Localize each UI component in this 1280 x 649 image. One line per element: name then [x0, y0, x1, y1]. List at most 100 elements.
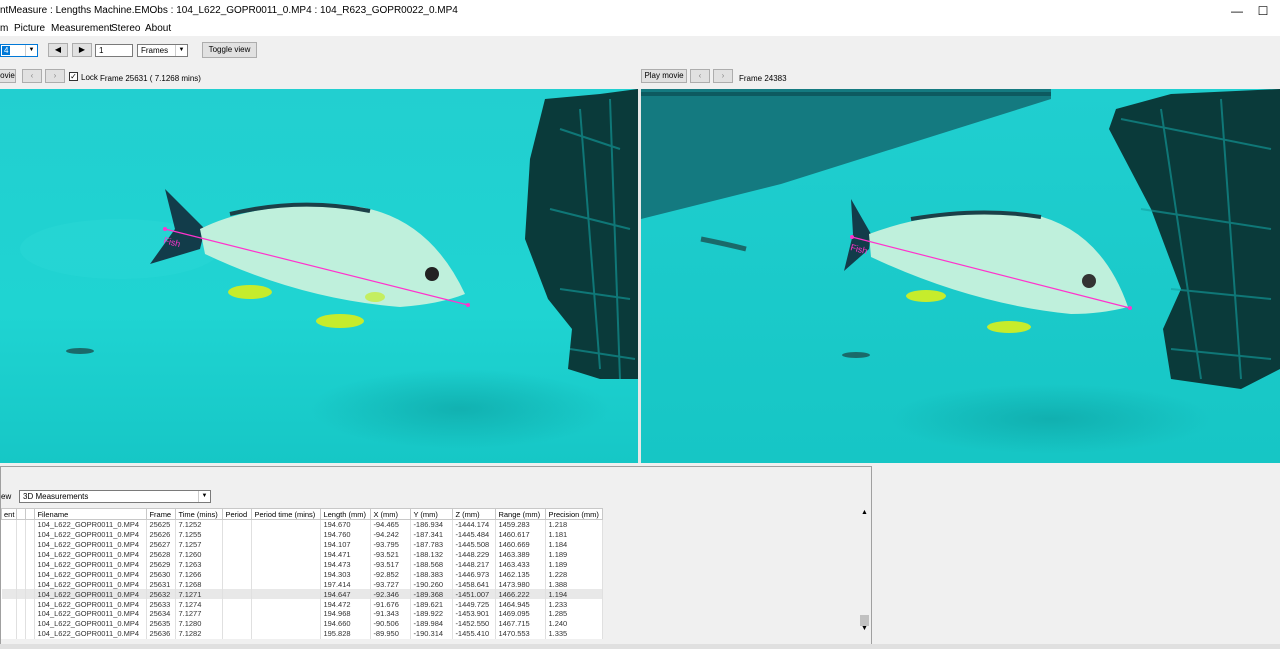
measurement-view-select[interactable]: 3D Measurements ▼: [19, 490, 211, 503]
right-next-button[interactable]: ›: [713, 69, 733, 83]
column-header[interactable]: [16, 508, 27, 520]
right-measurement-point-start[interactable]: [850, 235, 854, 239]
column-header[interactable]: Z (mm): [452, 508, 497, 520]
column-header[interactable]: Filename: [34, 508, 148, 520]
table-cell: [222, 569, 253, 580]
table-cell: [25, 549, 36, 560]
table-cell: 1473.980: [495, 579, 547, 590]
table-cell: [25, 609, 36, 619]
table-row[interactable]: 104_L622_GOPR0011_0.MP4 25633 7.1274 194.47…: [1, 599, 604, 610]
table-cell: -1451.007: [452, 589, 497, 600]
table-cell: 25626: [146, 529, 177, 540]
left-measurement-point-start[interactable]: [163, 227, 167, 231]
table-cell: [25, 599, 36, 610]
column-header[interactable]: Frame: [146, 508, 177, 520]
column-header[interactable]: Length (mm): [320, 508, 372, 520]
table-cell: -93.521: [370, 549, 412, 560]
window-title: ntMeasure : Lengths Machine.EMObs : 104_…: [0, 5, 458, 16]
table-cell: [25, 618, 36, 629]
column-header[interactable]: Precision (mm): [545, 508, 604, 520]
table-row[interactable]: 104_L622_GOPR0011_0.MP4 25627 7.1257 194.10…: [1, 539, 604, 550]
scroll-down-arrow-icon[interactable]: ▼: [858, 624, 871, 634]
column-header[interactable]: ent: [0, 508, 18, 520]
right-previous-button[interactable]: ‹: [690, 69, 710, 83]
toggle-view-button[interactable]: Toggle view: [202, 42, 257, 58]
table-cell: 25628: [146, 549, 177, 560]
table-cell: [251, 539, 322, 550]
table-cell: [251, 549, 322, 560]
table-cell: [222, 618, 253, 629]
next-frame-button[interactable]: ▶: [72, 43, 92, 57]
table-cell: 1463.389: [495, 549, 547, 560]
column-header[interactable]: Time (mins): [175, 508, 224, 520]
chevron-down-icon: ▼: [198, 491, 210, 502]
table-cell: -188.132: [410, 549, 454, 560]
table-cell: 7.1282: [175, 628, 224, 639]
measurements-table: ent Filename Frame Time (mins) Period Period …: [0, 508, 604, 639]
right-measurement-point-end[interactable]: [1128, 306, 1132, 310]
left-video-view[interactable]: Fish: [0, 89, 638, 463]
table-cell: -90.506: [370, 618, 412, 629]
left-measurement-point-end[interactable]: [466, 303, 470, 307]
table-row[interactable]: 104_L622_GOPR0011_0.MP4 25635 7.1280 194.66…: [1, 618, 604, 629]
table-row[interactable]: 104_L622_GOPR0011_0.MP4 25625 7.1252 194.67…: [1, 519, 604, 530]
menu-item-about[interactable]: About: [145, 23, 171, 34]
table-cell: -92.346: [370, 589, 412, 600]
table-cell: -93.795: [370, 539, 412, 550]
menu-item-measurement[interactable]: Measurement: [51, 23, 112, 34]
table-cell: 1.181: [545, 529, 604, 540]
left-next-button[interactable]: ›: [45, 69, 65, 83]
column-header[interactable]: Period time (mins): [251, 508, 322, 520]
table-row[interactable]: 104_L622_GOPR0011_0.MP4 25632 7.1271 194.64…: [1, 589, 604, 600]
lock-checkbox[interactable]: ✓: [69, 72, 78, 81]
left-previous-button[interactable]: ‹: [22, 69, 42, 83]
column-header[interactable]: X (mm): [370, 508, 412, 520]
table-cell: -189.984: [410, 618, 454, 629]
table-row[interactable]: 104_L622_GOPR0011_0.MP4 25630 7.1266 194.30…: [1, 569, 604, 580]
table-cell: 7.1257: [175, 539, 224, 550]
table-cell: 25633: [146, 599, 177, 610]
table-cell: [1, 599, 18, 610]
table-cell: 25634: [146, 609, 177, 619]
table-row[interactable]: 104_L622_GOPR0011_0.MP4 25634 7.1277 194.96…: [1, 609, 604, 619]
column-header[interactable]: [25, 508, 36, 520]
maximize-button[interactable]: ☐: [1248, 2, 1278, 20]
menu-item-picture[interactable]: Picture: [14, 23, 45, 34]
chevron-right-icon: ›: [721, 71, 725, 80]
menu-item-system[interactable]: m: [0, 23, 8, 34]
table-vertical-scrollbar[interactable]: ▲ ▼: [858, 508, 871, 634]
table-row[interactable]: 104_L622_GOPR0011_0.MP4 25628 7.1260 194.47…: [1, 549, 604, 560]
column-header[interactable]: Y (mm): [410, 508, 454, 520]
table-row[interactable]: 104_L622_GOPR0011_0.MP4 25629 7.1263 194.47…: [1, 559, 604, 570]
column-header[interactable]: Period: [222, 508, 253, 520]
table-cell: 194.473: [320, 559, 372, 570]
right-play-movie-button[interactable]: Play movie: [641, 69, 687, 83]
step-count-input[interactable]: 1: [95, 44, 133, 57]
table-cell: [25, 569, 36, 580]
chevron-down-icon: ▼: [25, 45, 37, 56]
left-play-movie-button[interactable]: ovie: [0, 69, 16, 83]
chevron-right-icon: ›: [53, 71, 57, 80]
step-unit-select[interactable]: Frames ▼: [137, 44, 188, 57]
table-row[interactable]: 104_L622_GOPR0011_0.MP4 25626 7.1255 194.76…: [1, 529, 604, 540]
table-row[interactable]: 104_L622_GOPR0011_0.MP4 25636 7.1282 195.82…: [1, 628, 604, 639]
view-splitter[interactable]: [638, 89, 641, 463]
camera-select[interactable]: 4 ▼: [0, 44, 38, 57]
table-cell: 25632: [146, 589, 177, 600]
table-cell: [25, 579, 36, 590]
table-cell: 104_L622_GOPR0011_0.MP4: [34, 549, 148, 560]
triangle-left-icon: ◀: [54, 45, 62, 54]
table-row[interactable]: 104_L622_GOPR0011_0.MP4 25631 7.1268 197.41…: [1, 579, 604, 590]
menu-item-stereo[interactable]: Stereo: [111, 23, 140, 34]
table-cell: -92.852: [370, 569, 412, 580]
table-cell: 1.228: [545, 569, 604, 580]
previous-frame-button[interactable]: ◀: [48, 43, 68, 57]
table-cell: 104_L622_GOPR0011_0.MP4: [34, 529, 148, 540]
column-header[interactable]: Range (mm): [495, 508, 547, 520]
table-cell: [251, 599, 322, 610]
menu-bar: m Picture Measurement Stereo About: [0, 22, 1280, 36]
scroll-up-arrow-icon[interactable]: ▲: [858, 508, 871, 518]
table-cell: 194.760: [320, 529, 372, 540]
table-cell: -94.242: [370, 529, 412, 540]
right-video-view[interactable]: Fish: [641, 89, 1280, 463]
